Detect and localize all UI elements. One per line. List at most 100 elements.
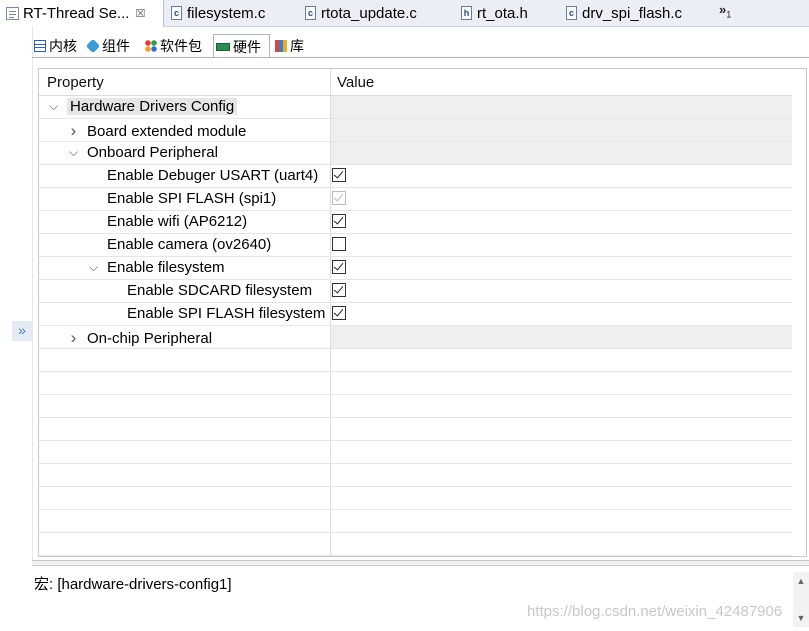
property-cell: Enable Debuger USART (uart4) [107,167,318,184]
property-label: Enable filesystem [107,259,225,276]
value-cell [331,96,793,118]
empty-row [39,441,806,464]
chevron-double-right-icon: » [18,322,26,338]
tab-packages[interactable]: 软件包 [143,34,211,57]
chevron-down-icon[interactable]: ⌵ [87,260,100,275]
rt-thread-settings-icon [6,7,19,20]
tab-label: 内核 [49,37,77,54]
enable-checkbox[interactable] [332,214,346,228]
vertical-scrollbar[interactable] [792,69,806,556]
table-row[interactable]: Enable camera (ov2640) [39,234,806,257]
description-scrollbar[interactable]: ▲ ▼ [793,572,809,627]
description-panel: 宏: [hardware-drivers-config1] ▲ ▼ [32,566,809,631]
empty-row [39,533,806,556]
property-cell: ⌵ Onboard Peripheral [67,144,218,161]
tab-drv-spi-flash-c[interactable]: c drv_spi_flash.c [566,0,682,26]
property-label: On-chip Peripheral [87,329,213,347]
tab-label: 组件 [102,37,130,54]
kernel-icon [34,39,46,52]
empty-row [39,372,806,395]
tab-rt-ota-h[interactable]: h rt_ota.h [461,0,528,26]
value-cell [331,326,793,348]
chevron-down-icon[interactable]: ⌵ [47,99,60,114]
tab-label: 库 [290,37,304,54]
table-row[interactable]: ⌵ Enable filesystem [39,257,806,280]
table-row[interactable]: › Board extended module [39,119,806,142]
table-row[interactable]: › On-chip Peripheral [39,326,806,349]
property-cell: Enable SPI FLASH (spi1) [107,190,276,207]
empty-row [39,464,806,487]
overflow-count: 1 [726,9,732,20]
property-cell: › Board extended module [67,121,247,141]
property-column-header[interactable]: Property [47,74,104,91]
tab-overflow-button[interactable]: »1 [719,2,731,20]
property-label: Onboard Peripheral [87,144,218,161]
enable-checkbox[interactable] [332,260,346,274]
c-file-icon: c [566,6,577,20]
property-label: Enable Debuger USART (uart4) [107,167,319,184]
chevron-right-icon[interactable]: › [67,328,80,348]
empty-row [39,395,806,418]
library-icon [275,39,287,52]
enable-checkbox[interactable] [332,168,346,182]
value-column-header[interactable]: Value [337,74,374,91]
tab-label: drv_spi_flash.c [582,4,683,22]
value-cell [331,119,793,141]
property-label: Hardware Drivers Config [67,98,238,115]
property-label: Board extended module [87,122,247,140]
c-file-icon: c [305,6,316,20]
property-label: Enable SPI FLASH filesystem [127,305,326,322]
hardware-icon [216,42,230,51]
left-side-panel: » [0,26,33,631]
property-label: Enable SPI FLASH (spi1) [107,190,277,207]
tab-kernel[interactable]: 内核 [32,34,82,57]
table-row[interactable]: ⌵ Onboard Peripheral [39,142,806,165]
tab-filesystem-c[interactable]: c filesystem.c [171,0,265,26]
empty-row [39,510,806,533]
tab-label: rtota_update.c [321,4,417,22]
tab-rt-thread-settings[interactable]: RT-Thread Se... ☒ [0,0,164,27]
enable-checkbox [332,191,346,205]
value-cell [331,142,793,164]
components-icon [85,38,101,53]
tab-label: 硬件 [233,38,261,55]
empty-row [39,349,806,372]
chevron-right-icon[interactable]: › [67,121,80,141]
tab-components[interactable]: 组件 [85,34,140,57]
expand-panel-button[interactable]: » [12,321,32,341]
scroll-down-icon[interactable]: ▼ [793,609,809,627]
enable-checkbox[interactable] [332,306,346,320]
property-label: Enable wifi (AP6212) [107,213,248,230]
tab-label: rt_ota.h [477,4,528,22]
scroll-up-icon[interactable]: ▲ [793,572,809,590]
watermark: https://blog.csdn.net/weixin_42487906 [527,603,783,620]
tab-library[interactable]: 库 [273,34,315,57]
enable-checkbox[interactable] [332,283,346,297]
property-cell: ⌵ Hardware Drivers Config [47,98,238,115]
table-row[interactable]: Enable SPI FLASH (spi1) [39,188,806,211]
close-icon[interactable]: ☒ [135,7,145,20]
editor-tab-bar: RT-Thread Se... ☒ c filesystem.c c rtota… [0,0,809,27]
packages-icon [145,39,157,52]
h-file-icon: h [461,6,472,20]
tab-divider [32,57,809,58]
table-row[interactable]: Enable wifi (AP6212) [39,211,806,234]
enable-checkbox[interactable] [332,237,346,251]
table-row[interactable]: Enable Debuger USART (uart4) [39,165,806,188]
table-header: Property Value [39,69,806,96]
property-cell: Enable SPI FLASH filesystem [127,305,325,322]
table-row[interactable]: Enable SDCARD filesystem [39,280,806,303]
table-row[interactable]: Enable SPI FLASH filesystem [39,303,806,326]
hardware-config-tree: Property Value ⌵ Hardware Drivers Config ›… [38,68,807,557]
tab-rtota-update-c[interactable]: c rtota_update.c [305,0,417,26]
property-label: Enable camera (ov2640) [107,236,272,253]
tab-label: 软件包 [160,37,202,54]
table-row[interactable]: ⌵ Hardware Drivers Config [39,96,806,119]
chevron-down-icon[interactable]: ⌵ [67,145,80,160]
property-cell: Enable SDCARD filesystem [127,282,312,299]
c-file-icon: c [171,6,182,20]
tab-hardware[interactable]: 硬件 [213,34,270,58]
macro-description: 宏: [hardware-drivers-config1] [34,576,232,593]
property-cell: ⌵ Enable filesystem [87,259,225,276]
property-cell: › On-chip Peripheral [67,328,212,348]
